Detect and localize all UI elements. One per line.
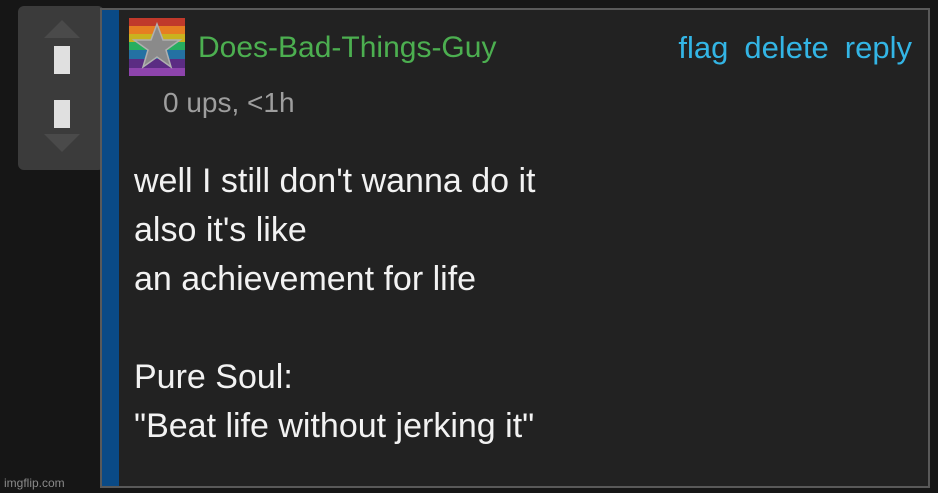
arrow-down-icon <box>44 100 80 152</box>
user-avatar[interactable] <box>129 18 185 76</box>
comment-line: Pure Soul: <box>134 358 293 396</box>
flag-link[interactable]: flag <box>678 30 728 66</box>
comment-line: also it's like <box>134 211 307 249</box>
watermark: imgflip.com <box>4 476 65 490</box>
comment-body: well I still don't wanna do it also it's… <box>134 157 535 451</box>
vote-panel <box>18 6 104 170</box>
comment-line: "Beat life without jerking it" <box>134 407 535 445</box>
comment-accent-bar <box>102 10 119 486</box>
comment-line: an achievement for life <box>134 260 477 298</box>
comment-card: Does-Bad-Things-Guy flag delete reply 0 … <box>100 8 930 488</box>
rainbow-star-avatar-icon <box>129 18 185 76</box>
comment-meta: 0 ups, <1h <box>163 87 295 118</box>
comment-actions: flag delete reply <box>678 30 912 66</box>
page: Does-Bad-Things-Guy flag delete reply 0 … <box>0 0 938 493</box>
comment-line <box>134 304 535 353</box>
arrow-up-icon <box>44 20 80 74</box>
downvote-button[interactable] <box>40 88 84 154</box>
comment-line: well I still don't wanna do it <box>134 162 536 200</box>
upvote-button[interactable] <box>40 16 84 82</box>
delete-link[interactable]: delete <box>744 30 828 66</box>
reply-link[interactable]: reply <box>845 30 912 66</box>
username-link[interactable]: Does-Bad-Things-Guy <box>198 30 496 66</box>
